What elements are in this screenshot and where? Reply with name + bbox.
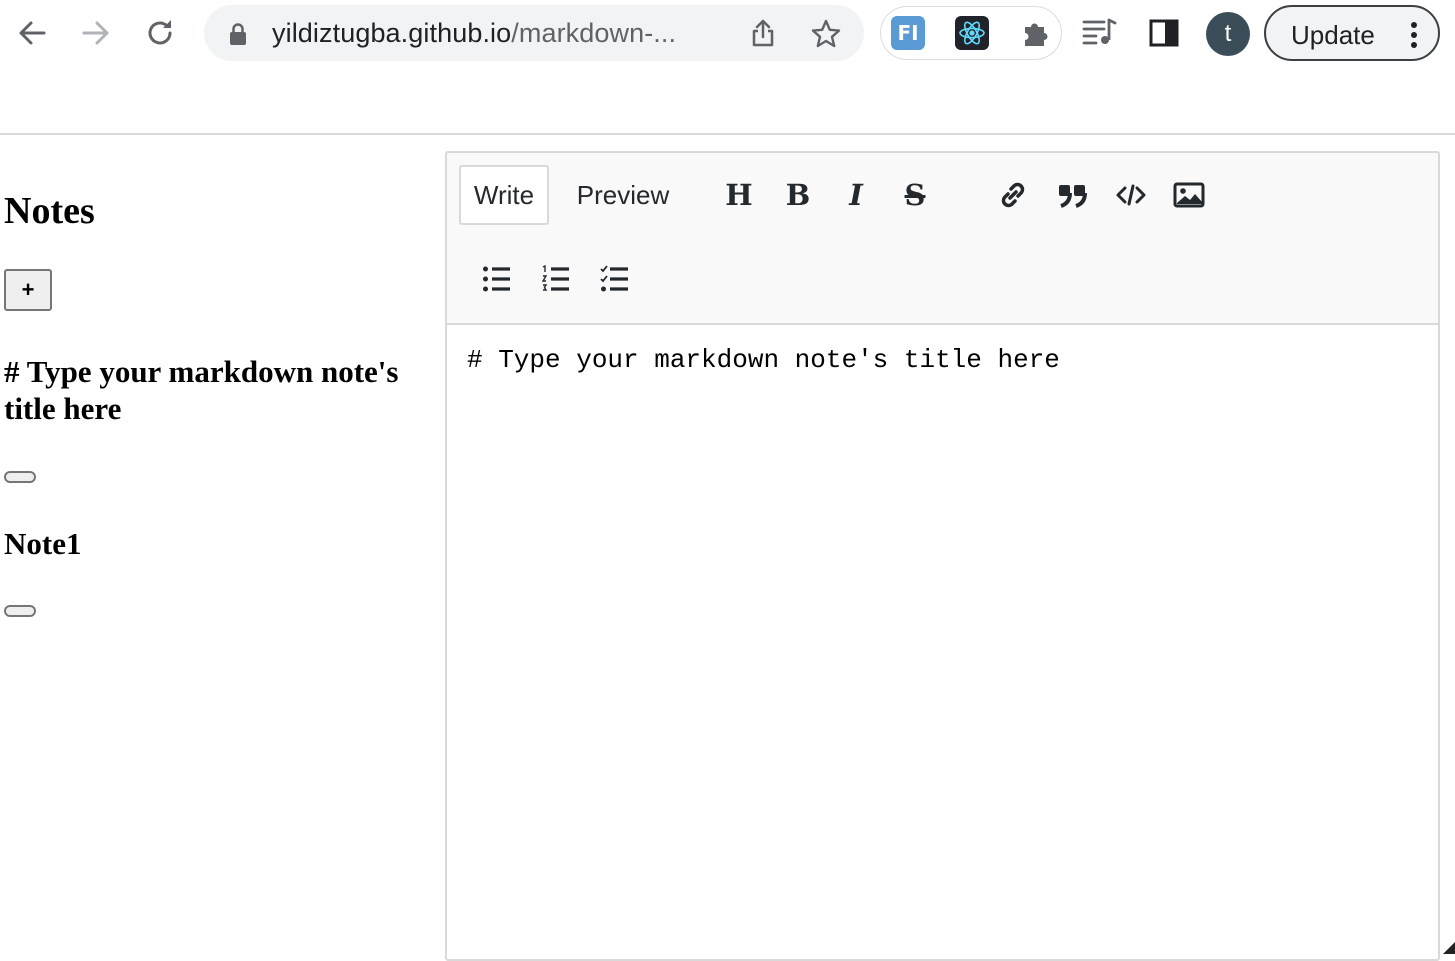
tab-write[interactable]: Write <box>459 165 549 225</box>
strikethrough-icon: S <box>905 181 926 210</box>
side-panel-icon <box>1148 18 1180 48</box>
checklist-button[interactable] <box>593 257 637 301</box>
editor-toolbar: Write Preview H B I S <box>447 153 1438 325</box>
extensions-group: FI <box>880 6 1062 60</box>
quote-button[interactable] <box>1050 173 1094 217</box>
react-logo-icon <box>957 18 987 48</box>
browser-toolbar: yildiztugba.github.io/markdown-... FI <box>0 0 1455 66</box>
note-delete-button[interactable] <box>4 471 36 483</box>
profile-avatar[interactable]: t <box>1206 12 1250 56</box>
unordered-list-button[interactable] <box>475 257 519 301</box>
ordered-list-button[interactable] <box>534 257 578 301</box>
arrow-left-icon <box>17 18 47 48</box>
react-devtools-icon[interactable] <box>955 16 989 50</box>
tab-preview[interactable]: Preview <box>565 165 681 225</box>
url-text: yildiztugba.github.io/markdown-... <box>272 18 676 48</box>
bookmark-star-icon[interactable] <box>810 18 842 50</box>
add-note-button[interactable]: + <box>4 269 52 311</box>
bold-icon: B <box>786 181 811 210</box>
media-controls-button[interactable] <box>1082 16 1118 53</box>
heading-icon: H <box>725 181 752 210</box>
resize-handle[interactable] <box>1443 942 1455 954</box>
link-icon <box>997 179 1029 211</box>
back-button[interactable] <box>10 11 54 55</box>
lock-icon <box>228 22 248 46</box>
markdown-textarea[interactable]: # Type your markdown note's title here <box>467 345 1060 375</box>
share-icon[interactable] <box>748 18 778 48</box>
strikethrough-button[interactable]: S <box>893 173 937 217</box>
image-icon <box>1173 181 1205 209</box>
playlist-music-icon <box>1082 16 1118 48</box>
heading-button[interactable]: H <box>717 173 761 217</box>
extensions-button[interactable] <box>1019 16 1053 50</box>
forward-button[interactable] <box>74 11 118 55</box>
fi-extension-icon[interactable]: FI <box>891 16 925 50</box>
code-button[interactable] <box>1109 173 1153 217</box>
code-icon <box>1115 179 1147 211</box>
bulleted-list-icon <box>482 265 512 293</box>
italic-icon: I <box>849 181 863 210</box>
note-item-title[interactable]: Note1 <box>4 525 424 562</box>
notes-sidebar: Notes + # Type your markdown note's titl… <box>0 135 440 954</box>
notes-heading: Notes <box>4 191 95 231</box>
link-button[interactable] <box>991 173 1035 217</box>
url-host: yildiztugba.github.io <box>272 18 511 48</box>
italic-button[interactable]: I <box>834 173 878 217</box>
url-path: /markdown-... <box>511 18 676 48</box>
kebab-menu-icon[interactable] <box>1408 20 1420 50</box>
image-button[interactable] <box>1167 173 1211 217</box>
bold-button[interactable]: B <box>776 173 820 217</box>
reload-button[interactable] <box>138 11 182 55</box>
numbered-list-icon <box>541 265 571 293</box>
address-bar[interactable]: yildiztugba.github.io/markdown-... <box>204 5 864 61</box>
note-item-title[interactable]: # Type your markdown note's title here <box>4 353 424 427</box>
update-button[interactable]: Update <box>1264 5 1440 61</box>
checklist-icon <box>600 265 630 293</box>
markdown-editor: Write Preview H B I S <box>445 151 1440 961</box>
arrow-right-icon <box>81 18 111 48</box>
puzzle-icon <box>1020 17 1052 49</box>
note-delete-button[interactable] <box>4 605 36 617</box>
update-label: Update <box>1291 20 1375 51</box>
quote-icon <box>1056 179 1088 211</box>
reload-icon <box>144 17 176 49</box>
side-panel-button[interactable] <box>1148 18 1180 53</box>
